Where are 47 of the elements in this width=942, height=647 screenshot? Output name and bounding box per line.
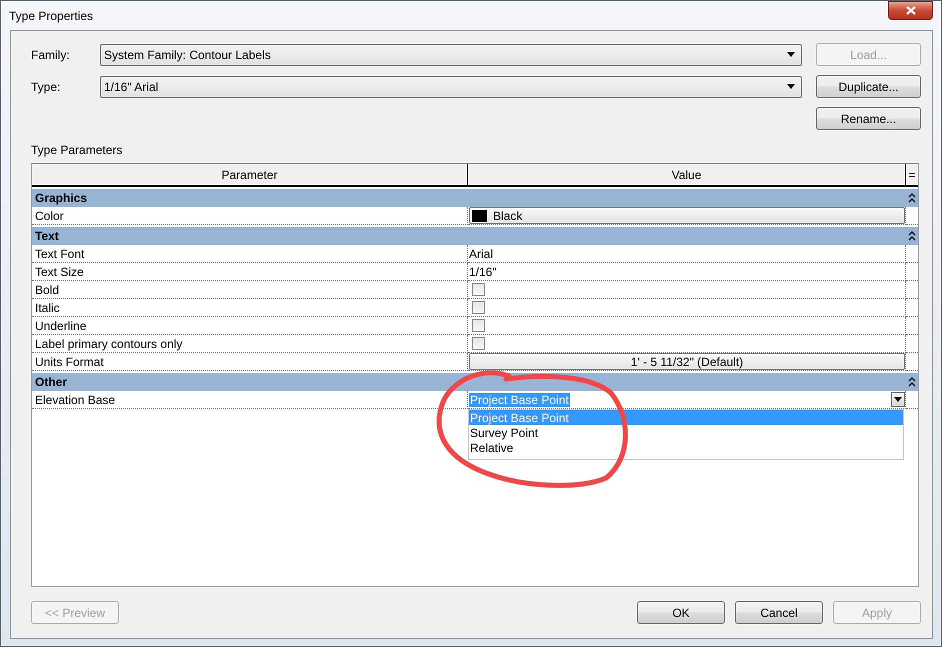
collapse-icon[interactable] bbox=[908, 193, 916, 203]
parameter-cell: Underline bbox=[32, 317, 468, 335]
caret-icon bbox=[894, 397, 902, 402]
parameter-cell: Label primary contours only bbox=[32, 335, 468, 353]
family-dropdown[interactable]: System Family: Contour Labels bbox=[100, 44, 802, 66]
checkbox[interactable] bbox=[472, 337, 485, 350]
checkbox[interactable] bbox=[472, 283, 485, 296]
group-header[interactable]: Text bbox=[32, 227, 918, 245]
close-icon bbox=[906, 6, 916, 15]
window-title: Type Properties bbox=[9, 8, 94, 22]
color-button[interactable]: Black bbox=[469, 207, 905, 224]
section-label: Type Parameters bbox=[31, 143, 124, 157]
value-text: Arial bbox=[469, 246, 494, 260]
dialog-button[interactable]: OK bbox=[637, 601, 725, 624]
duplicate-button[interactable]: Duplicate... bbox=[816, 75, 921, 98]
units-format-button[interactable]: 1' - 5 11/32" (Default) bbox=[469, 353, 905, 370]
parameter-cell: Text Size bbox=[32, 263, 468, 281]
parameter-cell: Units Format bbox=[32, 353, 468, 371]
caret-icon bbox=[787, 52, 795, 57]
caret-icon bbox=[787, 84, 795, 89]
dropdown-button[interactable] bbox=[891, 392, 905, 407]
parameter-cell: Text Font bbox=[32, 245, 468, 263]
checkbox[interactable] bbox=[472, 319, 485, 332]
group-title: Text bbox=[35, 229, 59, 243]
close-button[interactable] bbox=[888, 1, 933, 20]
group-title: Graphics bbox=[35, 191, 88, 205]
checkbox[interactable] bbox=[472, 301, 485, 314]
group-title: Other bbox=[35, 375, 68, 389]
family-label: Family: bbox=[31, 48, 71, 62]
column-header[interactable]: Value bbox=[468, 164, 906, 185]
parameter-cell: Italic bbox=[32, 299, 468, 317]
rename-button[interactable]: Rename... bbox=[816, 107, 921, 130]
dialog-button[interactable]: Cancel bbox=[735, 601, 823, 624]
dropdown-option[interactable]: Relative bbox=[469, 440, 903, 455]
column-header[interactable]: = bbox=[906, 164, 918, 185]
type-label: Type: bbox=[31, 80, 62, 94]
collapse-icon[interactable] bbox=[908, 231, 916, 241]
type-dropdown[interactable]: 1/16" Arial bbox=[100, 76, 802, 98]
collapse-icon[interactable] bbox=[908, 377, 916, 387]
dropdown-option[interactable]: Survey Point bbox=[469, 425, 903, 440]
parameter-cell: Color bbox=[32, 207, 468, 225]
value-text: 1/16" bbox=[469, 264, 497, 278]
parameter-cell: Elevation Base bbox=[32, 391, 468, 409]
column-header[interactable]: Parameter bbox=[32, 164, 468, 185]
group-header[interactable]: Other bbox=[32, 373, 918, 391]
group-header[interactable]: Graphics bbox=[32, 189, 918, 207]
parameter-cell: Bold bbox=[32, 281, 468, 299]
